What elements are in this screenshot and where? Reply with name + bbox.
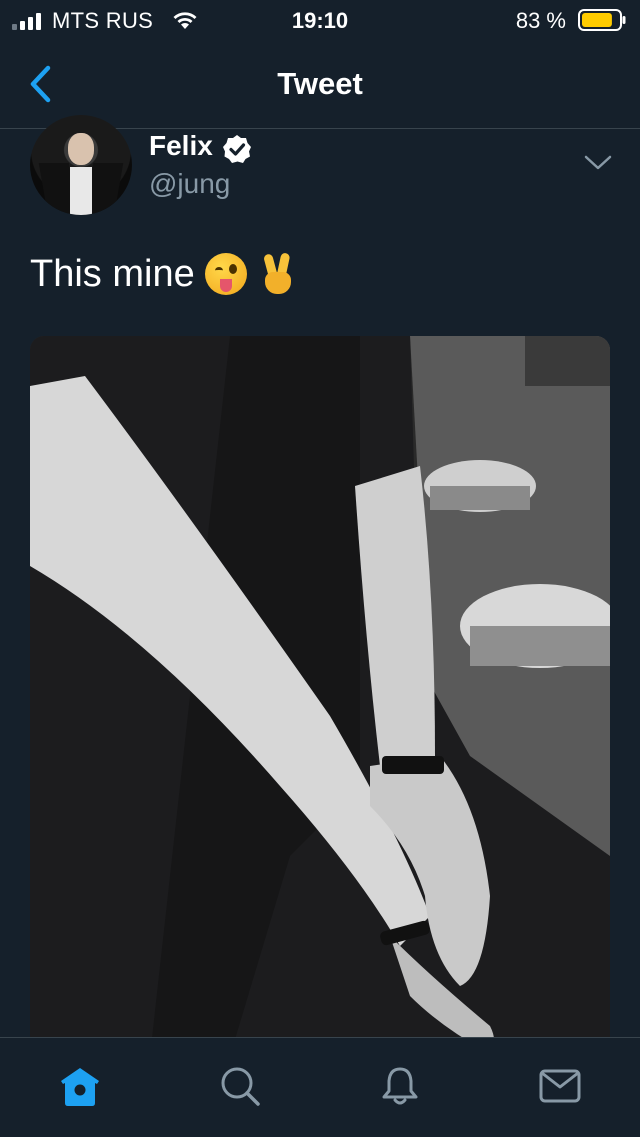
verified-badge-icon [223,135,251,163]
victory-hand-icon [257,252,299,296]
chevron-down-icon[interactable] [583,153,613,173]
tab-bar [0,1037,640,1137]
winking-face-with-tongue-icon [204,253,247,295]
navigation-bar: Tweet [0,40,640,129]
tweet-text-content: This mine [30,252,195,295]
mail-icon[interactable] [538,1064,582,1108]
author-name[interactable]: Felix [149,130,213,162]
bell-icon[interactable] [378,1064,422,1108]
page-title: Tweet [277,66,363,101]
author-handle[interactable]: @jung [149,168,230,200]
home-icon[interactable] [58,1064,102,1108]
tweet-photo[interactable] [30,336,610,1056]
status-bar: MTS RUS 19:10 83 % [0,0,640,40]
avatar[interactable] [30,115,132,215]
tweet-photo-image [30,336,610,1056]
battery-icon [578,9,626,31]
battery-percentage: 83 % [515,8,566,33]
tweet-text: This mine [30,252,299,296]
search-icon[interactable] [218,1064,262,1108]
